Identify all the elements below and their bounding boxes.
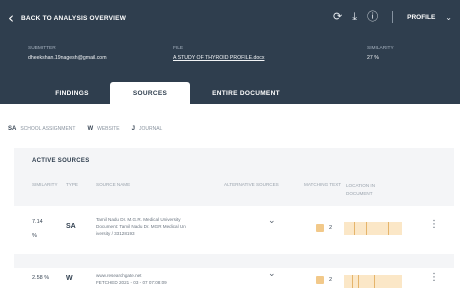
source-type-filters: SA SCHOOL ASSIGNMENT W WEBSITE J JOURNAL bbox=[8, 126, 162, 132]
expand-alternatives-icon[interactable]: ⌄ bbox=[268, 269, 276, 279]
highlight-swatch-icon bbox=[316, 276, 324, 284]
download-icon[interactable]: ⤓ bbox=[352, 10, 357, 24]
matching-count: 2 bbox=[329, 225, 333, 231]
submitter-label: SUBMITTER bbox=[28, 46, 56, 51]
submitter-value: dheekshan.19nagesh@gmail.com bbox=[28, 55, 107, 61]
column-header-type[interactable]: TYPE bbox=[66, 182, 78, 187]
filter-code: J bbox=[131, 126, 135, 132]
source-line: Document: Tamil Nadu Dr. MGR Medical Un bbox=[96, 224, 186, 229]
similarity-value: 27 % bbox=[367, 55, 379, 61]
chevron-left-icon[interactable]: ‹ bbox=[8, 11, 14, 26]
tab-findings[interactable]: FINDINGS bbox=[34, 82, 110, 104]
file-link[interactable]: A STUDY OF THYROID PROFILE.docx bbox=[173, 55, 264, 61]
similarity-number: 2.58 bbox=[32, 275, 43, 281]
filter-website[interactable]: W WEBSITE bbox=[87, 126, 119, 132]
panel-title: ACTIVE SOURCES bbox=[32, 158, 90, 164]
back-to-overview-link[interactable]: ‹ BACK TO ANALYSIS OVERVIEW bbox=[8, 11, 126, 26]
help-icon[interactable]: ⓘ bbox=[367, 10, 378, 24]
row-type-badge: SA bbox=[66, 223, 76, 230]
filter-school-assignment[interactable]: SA SCHOOL ASSIGNMENT bbox=[8, 126, 75, 132]
tab-entire-document[interactable]: ENTIRE DOCUMENT bbox=[190, 82, 302, 104]
row-source-name[interactable]: Tamil Nadu Dr. M.G.R. Medical University… bbox=[96, 216, 216, 237]
report-tabs: FINDINGS SOURCES ENTIRE DOCUMENT bbox=[0, 82, 460, 104]
similarity-unit: % bbox=[32, 233, 37, 239]
filter-label: WEBSITE bbox=[97, 126, 120, 132]
location-bar[interactable] bbox=[344, 275, 402, 288]
report-header: ‹ BACK TO ANALYSIS OVERVIEW ⟳ ⤓ ⓘ PROFIL… bbox=[0, 0, 460, 104]
back-label[interactable]: BACK TO ANALYSIS OVERVIEW bbox=[21, 15, 126, 22]
chevron-down-icon[interactable]: ⌄ bbox=[445, 13, 452, 22]
header-toolbar: ⟳ ⤓ ⓘ PROFILE ⌄ bbox=[333, 10, 452, 24]
row-more-icon[interactable]: ⋮ bbox=[429, 219, 439, 230]
column-header-location[interactable]: LOCATION IN DOCUMENT bbox=[346, 182, 398, 198]
row-type-badge: W bbox=[66, 275, 73, 282]
similarity-unit: % bbox=[44, 275, 50, 281]
file-block: FILE A STUDY OF THYROID PROFILE.docx bbox=[173, 46, 264, 61]
submitter-block: SUBMITTER dheekshan.19nagesh@gmail.com bbox=[28, 46, 107, 61]
row-more-icon[interactable]: ⋮ bbox=[429, 272, 439, 283]
row-similarity: 2.58 % bbox=[32, 271, 49, 285]
file-label: FILE bbox=[173, 46, 184, 51]
filter-journal[interactable]: J JOURNAL bbox=[132, 126, 163, 132]
similarity-number: 7.14 bbox=[32, 219, 43, 225]
filter-code: SA bbox=[8, 126, 17, 132]
row-matching-text[interactable]: 2 bbox=[316, 224, 332, 232]
source-line: FETCHED 2021 - 03 - 07 07:08:09 bbox=[96, 280, 167, 285]
row-source-name[interactable]: www.researchgate.net FETCHED 2021 - 03 -… bbox=[96, 272, 216, 286]
filter-label: JOURNAL bbox=[138, 126, 163, 132]
expand-alternatives-icon[interactable]: ⌄ bbox=[268, 216, 276, 226]
source-line: iversity / 33128193 bbox=[96, 231, 135, 236]
column-header-alternative-sources[interactable]: ALTERNATIVE SOURCES bbox=[224, 182, 279, 187]
filter-label: SCHOOL ASSIGNMENT bbox=[20, 126, 76, 132]
tab-sources[interactable]: SOURCES bbox=[110, 82, 190, 104]
similarity-label: SIMILARITY bbox=[367, 46, 394, 51]
column-header-source-name[interactable]: SOURCE NAME bbox=[96, 182, 130, 187]
column-header-similarity[interactable]: SIMILARITY bbox=[32, 182, 58, 187]
toolbar-divider bbox=[392, 11, 394, 23]
row-similarity: 7.14 % bbox=[32, 215, 43, 243]
source-line: www.researchgate.net bbox=[96, 273, 142, 278]
similarity-block: SIMILARITY 27 % bbox=[367, 46, 394, 61]
active-sources-panel: ACTIVE SOURCES SIMILARITY TYPE SOURCE NA… bbox=[14, 148, 454, 292]
matching-count: 2 bbox=[329, 277, 333, 283]
filter-code: W bbox=[87, 126, 94, 132]
location-bar[interactable] bbox=[344, 222, 402, 235]
refresh-icon[interactable]: ⟳ bbox=[333, 10, 342, 24]
source-line: Tamil Nadu Dr. M.G.R. Medical University bbox=[96, 217, 181, 222]
highlight-swatch-icon bbox=[316, 224, 324, 232]
table-row[interactable]: 2.58 % W www.researchgate.net FETCHED 20… bbox=[14, 268, 454, 292]
profile-menu[interactable]: PROFILE bbox=[407, 14, 435, 21]
row-matching-text[interactable]: 2 bbox=[316, 276, 332, 284]
column-header-matching-text[interactable]: MATCHING TEXT bbox=[304, 182, 341, 187]
table-row[interactable]: 7.14 % SA Tamil Nadu Dr. M.G.R. Medical … bbox=[14, 206, 454, 254]
